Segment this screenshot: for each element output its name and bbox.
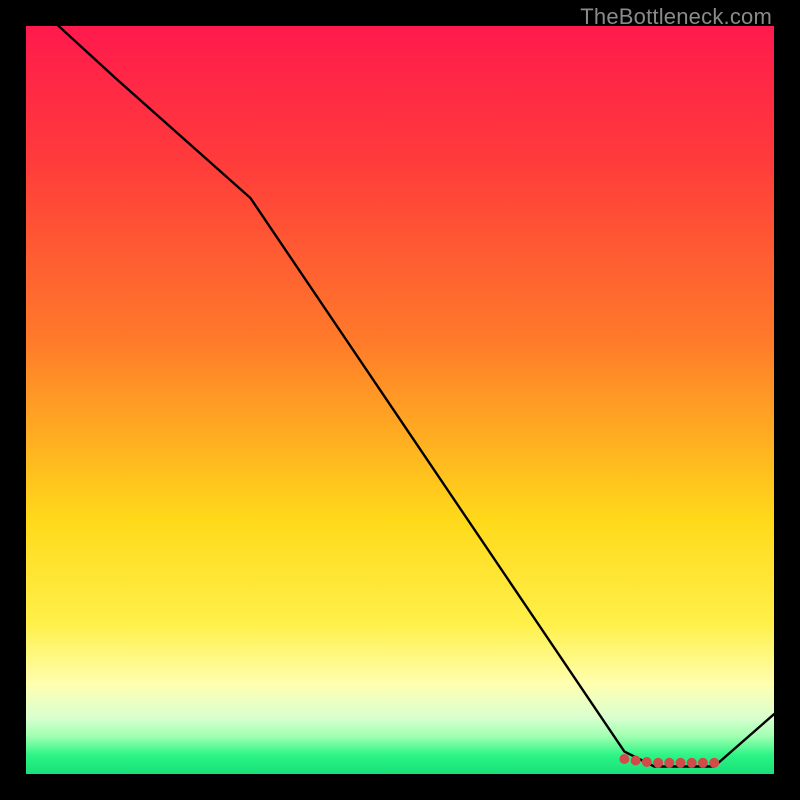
valley-marker [709,758,719,768]
bottleneck-curve [26,26,774,767]
valley-marker [676,758,686,768]
chart-frame: TheBottleneck.com [0,0,800,800]
valley-marker [619,754,629,764]
curve-layer [26,26,774,767]
valley-marker [642,757,652,767]
valley-marker [631,756,641,766]
valley-marker [653,758,663,768]
line-chart-svg [26,26,774,774]
valley-marker [687,758,697,768]
marker-layer [619,754,719,768]
valley-marker [664,758,674,768]
valley-marker [698,758,708,768]
plot-area [26,26,774,774]
